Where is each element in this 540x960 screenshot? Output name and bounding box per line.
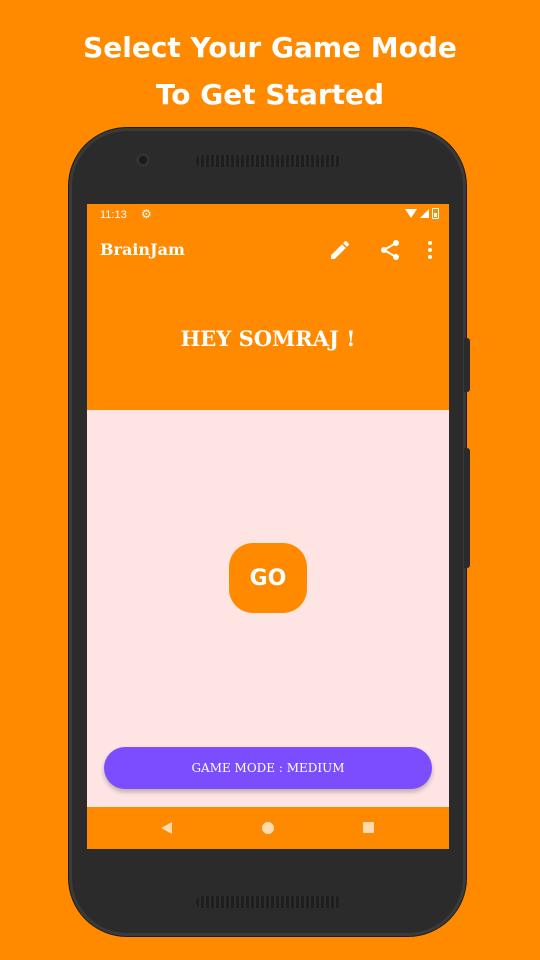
- share-icon[interactable]: [378, 238, 402, 262]
- bottom-speaker: [196, 896, 341, 908]
- wifi-icon: [405, 209, 417, 218]
- signal-icon: [420, 209, 429, 218]
- volume-button: [464, 448, 470, 568]
- game-mode-button[interactable]: GAME MODE : MEDIUM: [104, 747, 432, 789]
- go-button[interactable]: GO: [229, 543, 307, 613]
- more-vert-icon[interactable]: [418, 238, 442, 262]
- greeting-text: HEY SOMRAJ !: [180, 326, 356, 351]
- status-time: 11:13: [100, 209, 127, 221]
- power-button: [464, 338, 470, 392]
- front-camera: [136, 153, 150, 167]
- status-bar: 11:13 ⚙: [87, 204, 449, 228]
- app-bar: BrainJam HEY SOMRAJ !: [87, 228, 449, 410]
- settings-icon: ⚙: [141, 207, 152, 221]
- app-screen: 11:13 ⚙ BrainJam HEY SOMRAJ ! GO GAME MO…: [87, 204, 449, 849]
- promo-title: Select Your Game Mode To Get Started: [0, 24, 540, 118]
- status-icons: [405, 208, 439, 219]
- recents-icon[interactable]: [363, 822, 374, 833]
- home-icon[interactable]: [262, 822, 274, 834]
- promo-line-1: Select Your Game Mode: [83, 31, 457, 64]
- edit-icon[interactable]: [328, 238, 352, 262]
- promo-line-2: To Get Started: [155, 78, 385, 111]
- navigation-bar: [87, 807, 449, 849]
- top-speaker: [196, 155, 341, 167]
- back-icon[interactable]: [161, 822, 172, 834]
- battery-icon: [432, 208, 439, 219]
- app-title: BrainJam: [100, 240, 185, 259]
